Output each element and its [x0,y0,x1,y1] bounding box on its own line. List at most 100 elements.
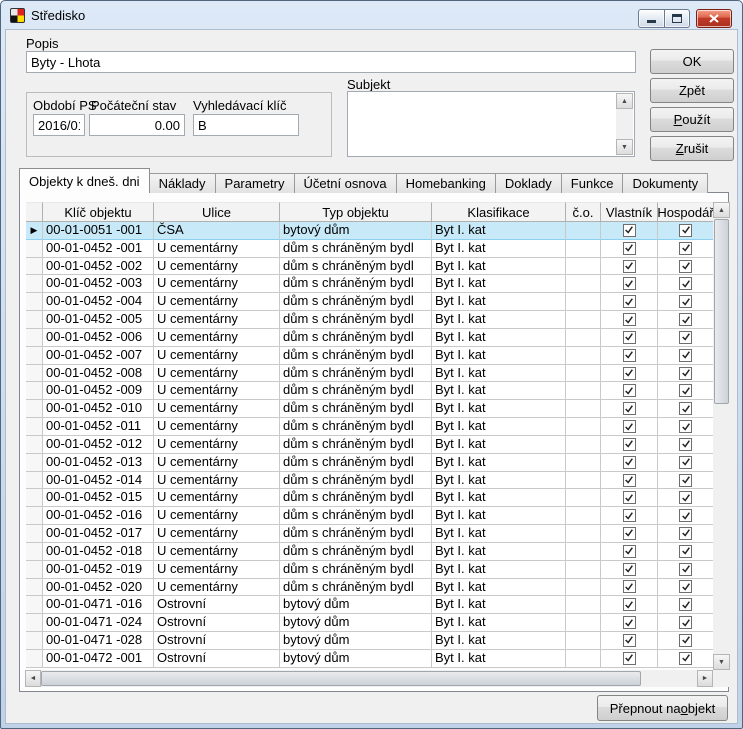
checkbox-checked-icon[interactable] [679,652,692,665]
checkbox-checked-icon[interactable] [679,260,692,273]
checkbox-checked-icon[interactable] [623,313,636,326]
checkbox-checked-icon[interactable] [623,242,636,255]
vertical-scrollbar-thumb[interactable] [714,219,729,404]
table-row[interactable]: 00-01-0452 -003U cementárnydům s chráněn… [26,275,713,293]
table-row[interactable]: 00-01-0452 -002U cementárnydům s chráněn… [26,258,713,276]
row-selector[interactable]: ▶ [26,222,43,240]
row-selector[interactable] [26,329,43,347]
row-selector[interactable] [26,400,43,418]
checkbox-checked-icon[interactable] [623,527,636,540]
obdobi-ps-input[interactable] [33,114,85,136]
table-row[interactable]: 00-01-0452 -005U cementárnydům s chráněn… [26,311,713,329]
row-selector[interactable] [26,579,43,597]
checkbox-checked-icon[interactable] [623,616,636,629]
row-selector[interactable] [26,489,43,507]
row-selector[interactable] [26,293,43,311]
zrusit-button[interactable]: Zrušit [650,136,734,161]
checkbox-checked-icon[interactable] [679,456,692,469]
checkbox-checked-icon[interactable] [679,527,692,540]
tab-dokumenty[interactable]: Dokumenty [622,173,708,193]
checkbox-checked-icon[interactable] [679,563,692,576]
checkbox-checked-icon[interactable] [679,509,692,522]
header-klasifikace[interactable]: Klasifikace [432,202,566,222]
checkbox-checked-icon[interactable] [679,616,692,629]
subjekt-scroll-down-button[interactable]: ▼ [616,139,633,155]
subjekt-textarea[interactable]: ▲ ▼ [347,91,635,157]
vertical-scrollbar[interactable]: ▲ ▼ [713,202,730,670]
row-selector[interactable] [26,382,43,400]
checkbox-checked-icon[interactable] [623,652,636,665]
checkbox-checked-icon[interactable] [679,402,692,415]
vyhledavaci-klic-input[interactable] [193,114,299,136]
maximize-button[interactable] [664,9,690,28]
checkbox-checked-icon[interactable] [623,456,636,469]
row-selector[interactable] [26,454,43,472]
checkbox-checked-icon[interactable] [623,402,636,415]
row-selector[interactable] [26,240,43,258]
titlebar[interactable]: Středisko [1,1,742,29]
row-selector[interactable] [26,365,43,383]
table-row[interactable]: 00-01-0471 -028Ostrovníbytový důmByt I. … [26,632,713,650]
subjekt-scroll-up-button[interactable]: ▲ [616,93,633,109]
row-selector[interactable] [26,258,43,276]
header-ulice[interactable]: Ulice [154,202,280,222]
table-row[interactable]: 00-01-0452 -018U cementárnydům s chráněn… [26,543,713,561]
checkbox-checked-icon[interactable] [679,545,692,558]
tab-ucetni-osnova[interactable]: Účetní osnova [294,173,397,193]
header-typ-objektu[interactable]: Typ objektu [280,202,432,222]
row-selector[interactable] [26,543,43,561]
grid-scroll-down-button[interactable]: ▼ [713,654,730,670]
table-row[interactable]: 00-01-0452 -009U cementárnydům s chráněn… [26,382,713,400]
row-selector[interactable] [26,418,43,436]
checkbox-checked-icon[interactable] [623,563,636,576]
checkbox-checked-icon[interactable] [623,331,636,344]
pocatecni-stav-input[interactable] [89,114,185,136]
checkbox-checked-icon[interactable] [623,634,636,647]
prepnout-na-objekt-button[interactable]: Přepnout na objekt [597,695,728,721]
table-row[interactable]: 00-01-0452 -008U cementárnydům s chráněn… [26,365,713,383]
table-row[interactable]: 00-01-0452 -010U cementárnydům s chráněn… [26,400,713,418]
checkbox-checked-icon[interactable] [679,598,692,611]
row-selector[interactable] [26,472,43,490]
checkbox-checked-icon[interactable] [623,438,636,451]
checkbox-checked-icon[interactable] [679,313,692,326]
row-selector[interactable] [26,650,43,668]
popis-input[interactable] [26,51,636,73]
row-selector[interactable] [26,525,43,543]
checkbox-checked-icon[interactable] [679,277,692,290]
table-row[interactable]: 00-01-0452 -011U cementárnydům s chráněn… [26,418,713,436]
checkbox-checked-icon[interactable] [623,349,636,362]
checkbox-checked-icon[interactable] [623,420,636,433]
header-klic-objektu[interactable]: Klíč objektu [43,202,154,222]
zpet-button[interactable]: Zpět [650,78,734,103]
checkbox-checked-icon[interactable] [623,598,636,611]
checkbox-checked-icon[interactable] [679,474,692,487]
checkbox-checked-icon[interactable] [679,331,692,344]
table-row[interactable]: 00-01-0452 -020U cementárnydům s chráněn… [26,579,713,597]
row-selector[interactable] [26,596,43,614]
row-selector[interactable] [26,507,43,525]
checkbox-checked-icon[interactable] [679,384,692,397]
close-button[interactable] [696,9,732,28]
checkbox-checked-icon[interactable] [623,580,636,593]
checkbox-checked-icon[interactable] [623,367,636,380]
tab-funkce[interactable]: Funkce [561,173,624,193]
checkbox-checked-icon[interactable] [679,295,692,308]
table-row[interactable]: 00-01-0452 -017U cementárnydům s chráněn… [26,525,713,543]
table-row[interactable]: 00-01-0452 -016U cementárnydům s chráněn… [26,507,713,525]
table-row[interactable]: 00-01-0452 -013U cementárnydům s chráněn… [26,454,713,472]
row-selector[interactable] [26,436,43,454]
horizontal-scrollbar-thumb[interactable] [41,671,641,686]
ok-button[interactable]: OK [650,49,734,74]
tab-parametry[interactable]: Parametry [215,173,295,193]
tab-homebanking[interactable]: Homebanking [396,173,496,193]
checkbox-checked-icon[interactable] [623,224,636,237]
table-row[interactable]: 00-01-0471 -024Ostrovníbytový důmByt I. … [26,614,713,632]
checkbox-checked-icon[interactable] [679,349,692,362]
checkbox-checked-icon[interactable] [623,545,636,558]
subjekt-scrollbar[interactable]: ▲ ▼ [616,93,633,155]
checkbox-checked-icon[interactable] [623,509,636,522]
checkbox-checked-icon[interactable] [679,491,692,504]
checkbox-checked-icon[interactable] [679,438,692,451]
checkbox-checked-icon[interactable] [623,295,636,308]
